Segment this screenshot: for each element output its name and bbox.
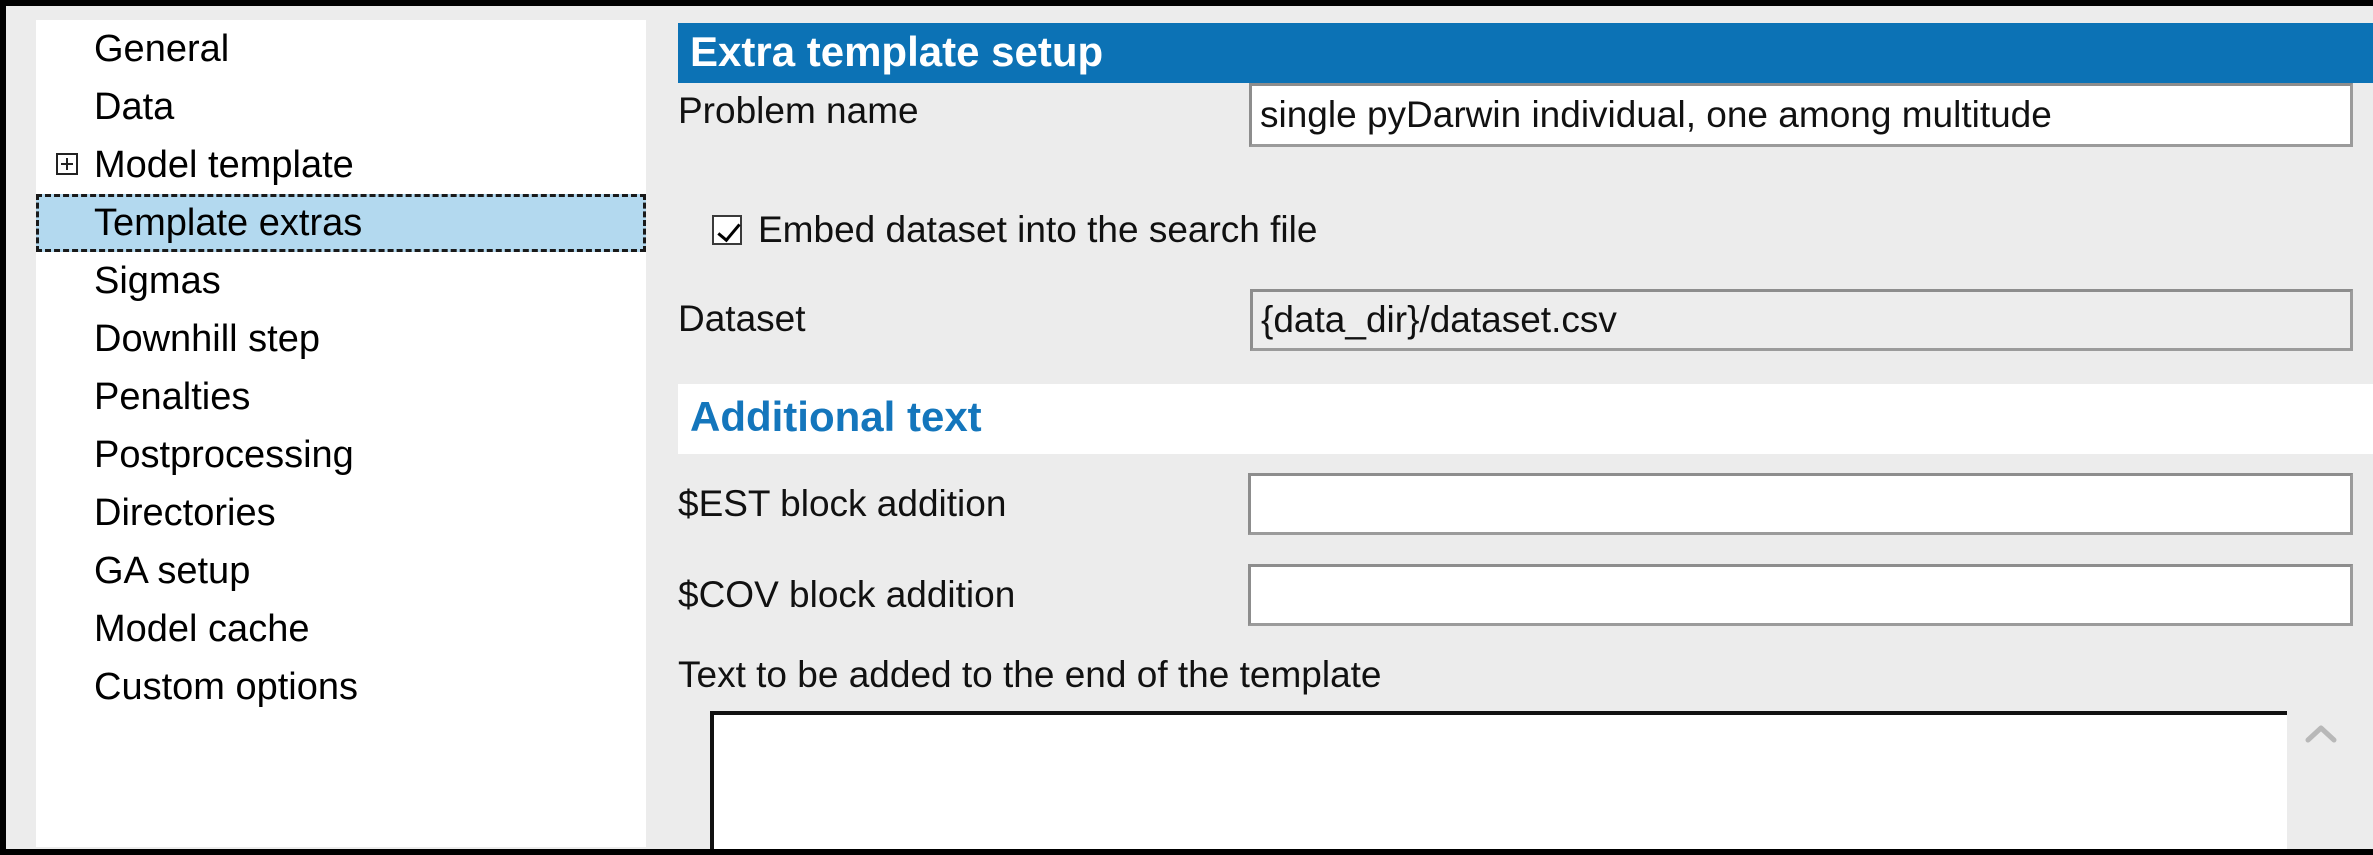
est-block-addition-label: $EST block addition — [678, 483, 1007, 524]
sidebar-item-label: Custom options — [94, 666, 359, 708]
est-block-addition-input[interactable] — [1248, 473, 2353, 535]
cov-block-addition-label: $COV block addition — [678, 574, 1016, 615]
sidebar-item-label: Template extras — [94, 202, 363, 244]
problem-name-label: Problem name — [678, 90, 919, 131]
sidebar-item-label: Penalties — [94, 376, 251, 418]
embed-dataset-checkbox[interactable] — [712, 215, 742, 245]
chevron-up-icon[interactable] — [2304, 722, 2338, 746]
sidebar-item-label: Directories — [94, 492, 276, 534]
sidebar-item-label: General — [94, 28, 230, 70]
sidebar-item-label: Postprocessing — [94, 434, 354, 476]
sidebar-item-directories[interactable]: Directories — [36, 484, 646, 542]
sidebar-item-sigmas[interactable]: Sigmas — [36, 252, 646, 310]
sidebar-item-model-cache[interactable]: Model cache — [36, 600, 646, 658]
section-header-extra-template-setup: Extra template setup — [678, 23, 2373, 83]
problem-name-input[interactable]: single pyDarwin individual, one among mu… — [1249, 83, 2353, 147]
end-of-template-textarea-label: Text to be added to the end of the templ… — [678, 654, 1382, 695]
cov-block-addition-input[interactable] — [1248, 564, 2353, 626]
sidebar-item-postprocessing[interactable]: Postprocessing — [36, 426, 646, 484]
sidebar-item-model-template[interactable]: Model template — [36, 136, 646, 194]
settings-navigation-sidebar: General Data Model template Template extras… — [36, 20, 646, 847]
end-of-template-textarea[interactable] — [710, 711, 2287, 849]
embed-dataset-checkbox-row[interactable]: Embed dataset into the search file — [712, 209, 1317, 251]
expand-plus-icon[interactable] — [56, 153, 78, 175]
embed-dataset-label: Embed dataset into the search file — [758, 209, 1318, 250]
sidebar-item-penalties[interactable]: Penalties — [36, 368, 646, 426]
settings-main-panel: Extra template setup Problem name single… — [678, 6, 2373, 849]
sidebar-item-label: Sigmas — [94, 260, 221, 302]
sidebar-item-custom-options[interactable]: Custom options — [36, 658, 646, 716]
sidebar-item-label: Downhill step — [94, 318, 320, 360]
sidebar-item-ga-setup[interactable]: GA setup — [36, 542, 646, 600]
sidebar-item-data[interactable]: Data — [36, 78, 646, 136]
sidebar-item-label: Data — [94, 86, 175, 128]
dataset-label: Dataset — [678, 298, 806, 339]
dataset-input[interactable]: {data_dir}/dataset.csv — [1250, 289, 2353, 351]
sidebar-item-template-extras[interactable]: Template extras — [36, 194, 646, 252]
settings-window: General Data Model template Template extras… — [0, 0, 2373, 855]
sidebar-item-label: Model cache — [94, 608, 310, 650]
sidebar-item-label: GA setup — [94, 550, 251, 592]
sidebar-item-downhill-step[interactable]: Downhill step — [36, 310, 646, 368]
section-header-additional-text: Additional text — [678, 384, 2373, 454]
sidebar-item-general[interactable]: General — [36, 20, 646, 78]
sidebar-item-label: Model template — [94, 144, 354, 186]
